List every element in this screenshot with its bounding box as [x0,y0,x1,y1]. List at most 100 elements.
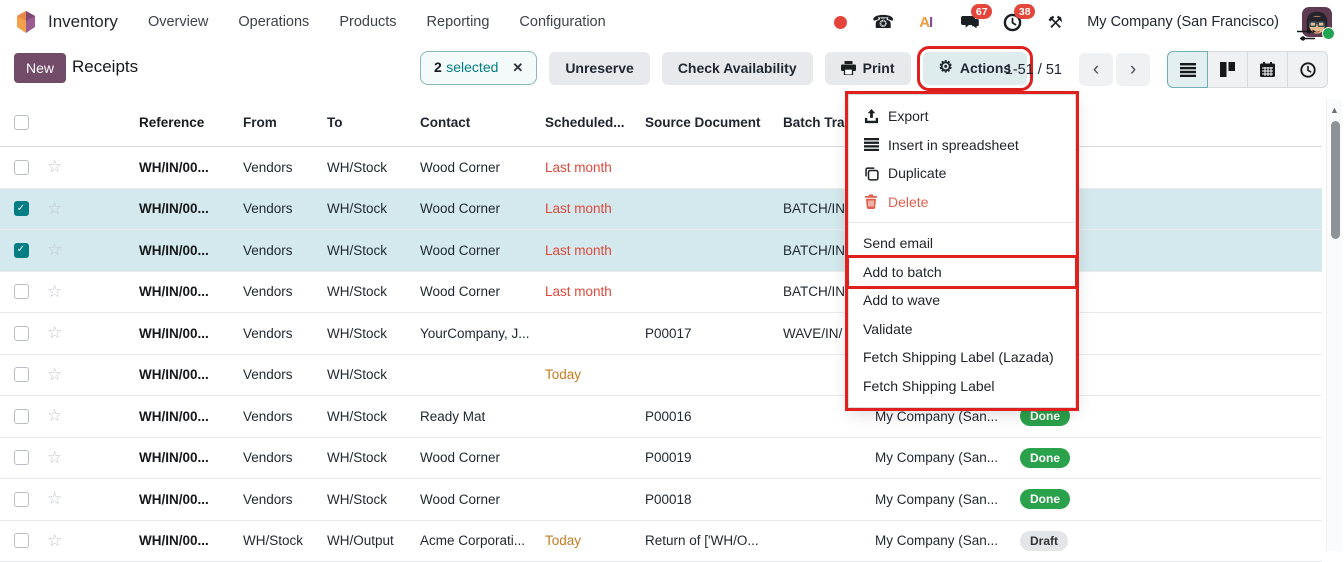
new-button[interactable]: New [14,53,66,83]
table-row[interactable]: ✓☆WH/IN/00...VendorsWH/StockWood CornerL… [0,189,1322,231]
menu-configuration[interactable]: Configuration [519,14,605,30]
check-availability-button[interactable]: Check Availability [662,52,813,85]
star-icon[interactable]: ☆ [47,199,62,218]
cell-to: WH/Stock [327,450,420,465]
inventory-app-icon[interactable] [14,10,38,34]
cell-scheduled-date: Last month [545,284,645,299]
kanban-view-button[interactable] [1207,51,1248,88]
menu-item-label: Duplicate [888,165,946,181]
star-icon[interactable]: ☆ [47,323,62,342]
clear-selection-icon[interactable]: ✕ [512,60,523,76]
table-row[interactable]: ☆WH/IN/00...WH/StockWH/OutputAcme Corpor… [0,521,1322,562]
company-switcher[interactable]: My Company (San Francisco) [1087,14,1279,30]
table-row[interactable]: ☆WH/IN/00...VendorsWH/StockToday [0,355,1322,397]
row-checkbox[interactable] [14,284,29,299]
scrollbar-up-arrow[interactable]: ▲ [1327,99,1342,115]
column-header-to[interactable]: To [327,115,420,130]
column-header-scheduled[interactable]: Scheduled... [545,115,645,130]
row-checkbox[interactable] [14,533,29,548]
menu-item-insert-in-spreadsheet[interactable]: Insert in spreadsheet [849,131,1075,160]
messages-icon[interactable]: 67 [958,11,980,33]
row-checkbox[interactable] [14,450,29,465]
menu-products[interactable]: Products [339,14,396,30]
table-row[interactable]: ☆WH/IN/00...VendorsWH/StockWood CornerLa… [0,272,1322,314]
star-icon[interactable]: ☆ [47,240,62,259]
online-status-dot [1322,27,1335,40]
row-checkbox[interactable] [14,492,29,507]
list-icon [863,138,879,151]
cell-reference: WH/IN/00... [139,533,243,548]
activity-view-button[interactable] [1287,51,1328,88]
vertical-scrollbar[interactable]: ▲ [1326,99,1342,551]
menu-item-add-to-batch[interactable]: Add to batch [849,258,1075,287]
selection-badge: 2 selected ✕ [420,51,537,85]
column-header-reference[interactable]: Reference [139,115,243,130]
record-dot-icon[interactable] [829,11,851,33]
column-header-from[interactable]: From [243,115,327,130]
cell-company: My Company (San... [875,409,1020,424]
row-checkbox[interactable]: ✓ [14,243,29,258]
menu-item-delete[interactable]: Delete [849,188,1075,217]
menu-reporting[interactable]: Reporting [427,14,490,30]
table-row[interactable]: ✓☆WH/IN/00...VendorsWH/StockWood CornerL… [0,230,1322,272]
table-row[interactable]: ☆WH/IN/00...VendorsWH/StockWood CornerLa… [0,147,1322,189]
selection-label: selected [446,59,498,75]
menu-item-export[interactable]: Export [849,102,1075,131]
app-name[interactable]: Inventory [48,12,118,32]
scrollbar-thumb[interactable] [1331,121,1340,239]
cell-scheduled-date: Today [545,367,645,382]
menu-operations[interactable]: Operations [238,14,309,30]
star-icon[interactable]: ☆ [47,489,62,508]
list-view-button[interactable] [1167,51,1208,88]
table-row[interactable]: ☆WH/IN/00...VendorsWH/StockReady MatP000… [0,396,1322,438]
star-icon[interactable]: ☆ [47,406,62,425]
menu-item-duplicate[interactable]: Duplicate [849,159,1075,188]
column-header-source-document[interactable]: Source Document [645,115,783,130]
cell-reference: WH/IN/00... [139,160,243,175]
cell-from: WH/Stock [243,533,327,548]
cell-contact: Wood Corner [420,201,545,216]
star-icon[interactable]: ☆ [47,365,62,384]
row-checkbox[interactable] [14,326,29,341]
star-icon[interactable]: ☆ [47,448,62,467]
cell-reference: WH/IN/00... [139,492,243,507]
cell-contact: Wood Corner [420,160,545,175]
row-checkbox[interactable] [14,367,29,382]
menu-item-fetch-shipping-label[interactable]: Fetch Shipping Label [849,372,1075,401]
print-button[interactable]: Print [825,52,911,85]
prev-page-button[interactable]: ‹ [1079,53,1113,86]
calendar-view-icon [1260,62,1275,77]
tools-icon[interactable]: ⚒ [1044,11,1066,33]
table-row[interactable]: ☆WH/IN/00...VendorsWH/StockWood CornerP0… [0,479,1322,521]
row-checkbox[interactable] [14,160,29,175]
star-icon[interactable]: ☆ [47,282,62,301]
pagination-counter: 1-51 / 51 [1005,62,1062,78]
calendar-view-button[interactable] [1247,51,1288,88]
unreserve-button[interactable]: Unreserve [549,52,650,85]
phone-icon[interactable]: ☎ [872,11,894,33]
column-options-icon[interactable] [1296,27,1316,43]
star-icon[interactable]: ☆ [47,157,62,176]
menu-item-validate[interactable]: Validate [849,315,1075,344]
menu-separator [849,222,1075,223]
next-page-button[interactable]: › [1116,53,1150,86]
table-row[interactable]: ☆WH/IN/00...VendorsWH/StockYourCompany, … [0,313,1322,355]
cell-contact: Acme Corporati... [420,533,545,548]
receipts-table: ReferenceFromToContactScheduled...Source… [0,92,1322,562]
table-row[interactable]: ☆WH/IN/00...VendorsWH/StockWood CornerP0… [0,438,1322,480]
row-checkbox[interactable]: ✓ [14,201,29,216]
cell-scheduled-date: Last month [545,160,645,175]
menu-item-add-to-wave[interactable]: Add to wave [849,286,1075,315]
select-all-checkbox[interactable] [14,115,29,130]
menu-overview[interactable]: Overview [148,14,208,30]
star-icon[interactable]: ☆ [47,531,62,550]
navbar-menus: Overview Operations Products Reporting Confi… [148,14,606,30]
gear-icon: ⚙ [939,60,953,76]
menu-item-send-email[interactable]: Send email [849,229,1075,258]
activities-icon[interactable]: 38 [1001,11,1023,33]
ai-icon[interactable]: AI [915,11,937,33]
column-header-contact[interactable]: Contact [420,115,545,130]
row-checkbox[interactable] [14,409,29,424]
menu-item-fetch-shipping-label-lazada[interactable]: Fetch Shipping Label (Lazada) [849,343,1075,372]
cell-scheduled-date: Last month [545,201,645,216]
